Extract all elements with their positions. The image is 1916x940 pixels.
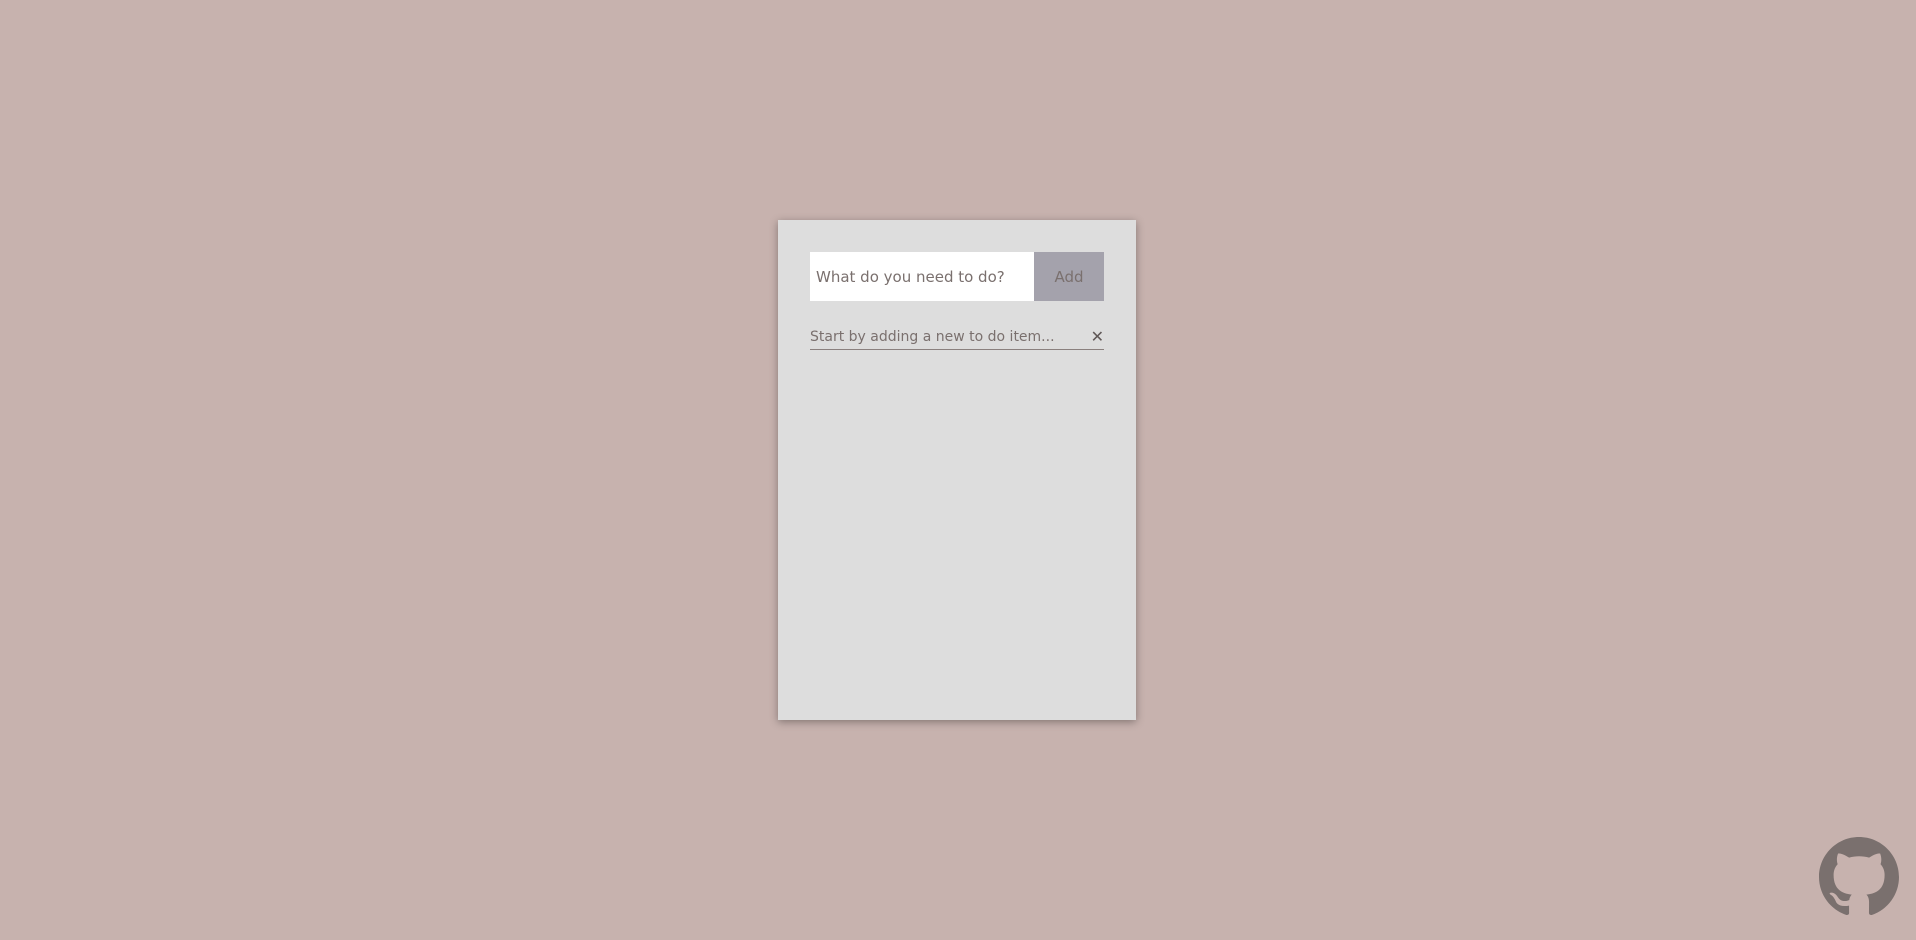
todo-card: Add Start by adding a new to do item... … bbox=[778, 220, 1136, 720]
todo-list: Start by adding a new to do item... ✕ bbox=[810, 325, 1104, 350]
todo-item: Start by adding a new to do item... ✕ bbox=[810, 325, 1104, 350]
todo-item-text: Start by adding a new to do item... bbox=[810, 329, 1055, 345]
todo-form: Add bbox=[810, 252, 1104, 301]
github-link[interactable] bbox=[1819, 837, 1899, 917]
close-icon[interactable]: ✕ bbox=[1091, 329, 1104, 345]
add-button[interactable]: Add bbox=[1034, 252, 1104, 301]
todo-input[interactable] bbox=[810, 252, 1034, 301]
github-octocat-icon bbox=[1819, 837, 1899, 916]
